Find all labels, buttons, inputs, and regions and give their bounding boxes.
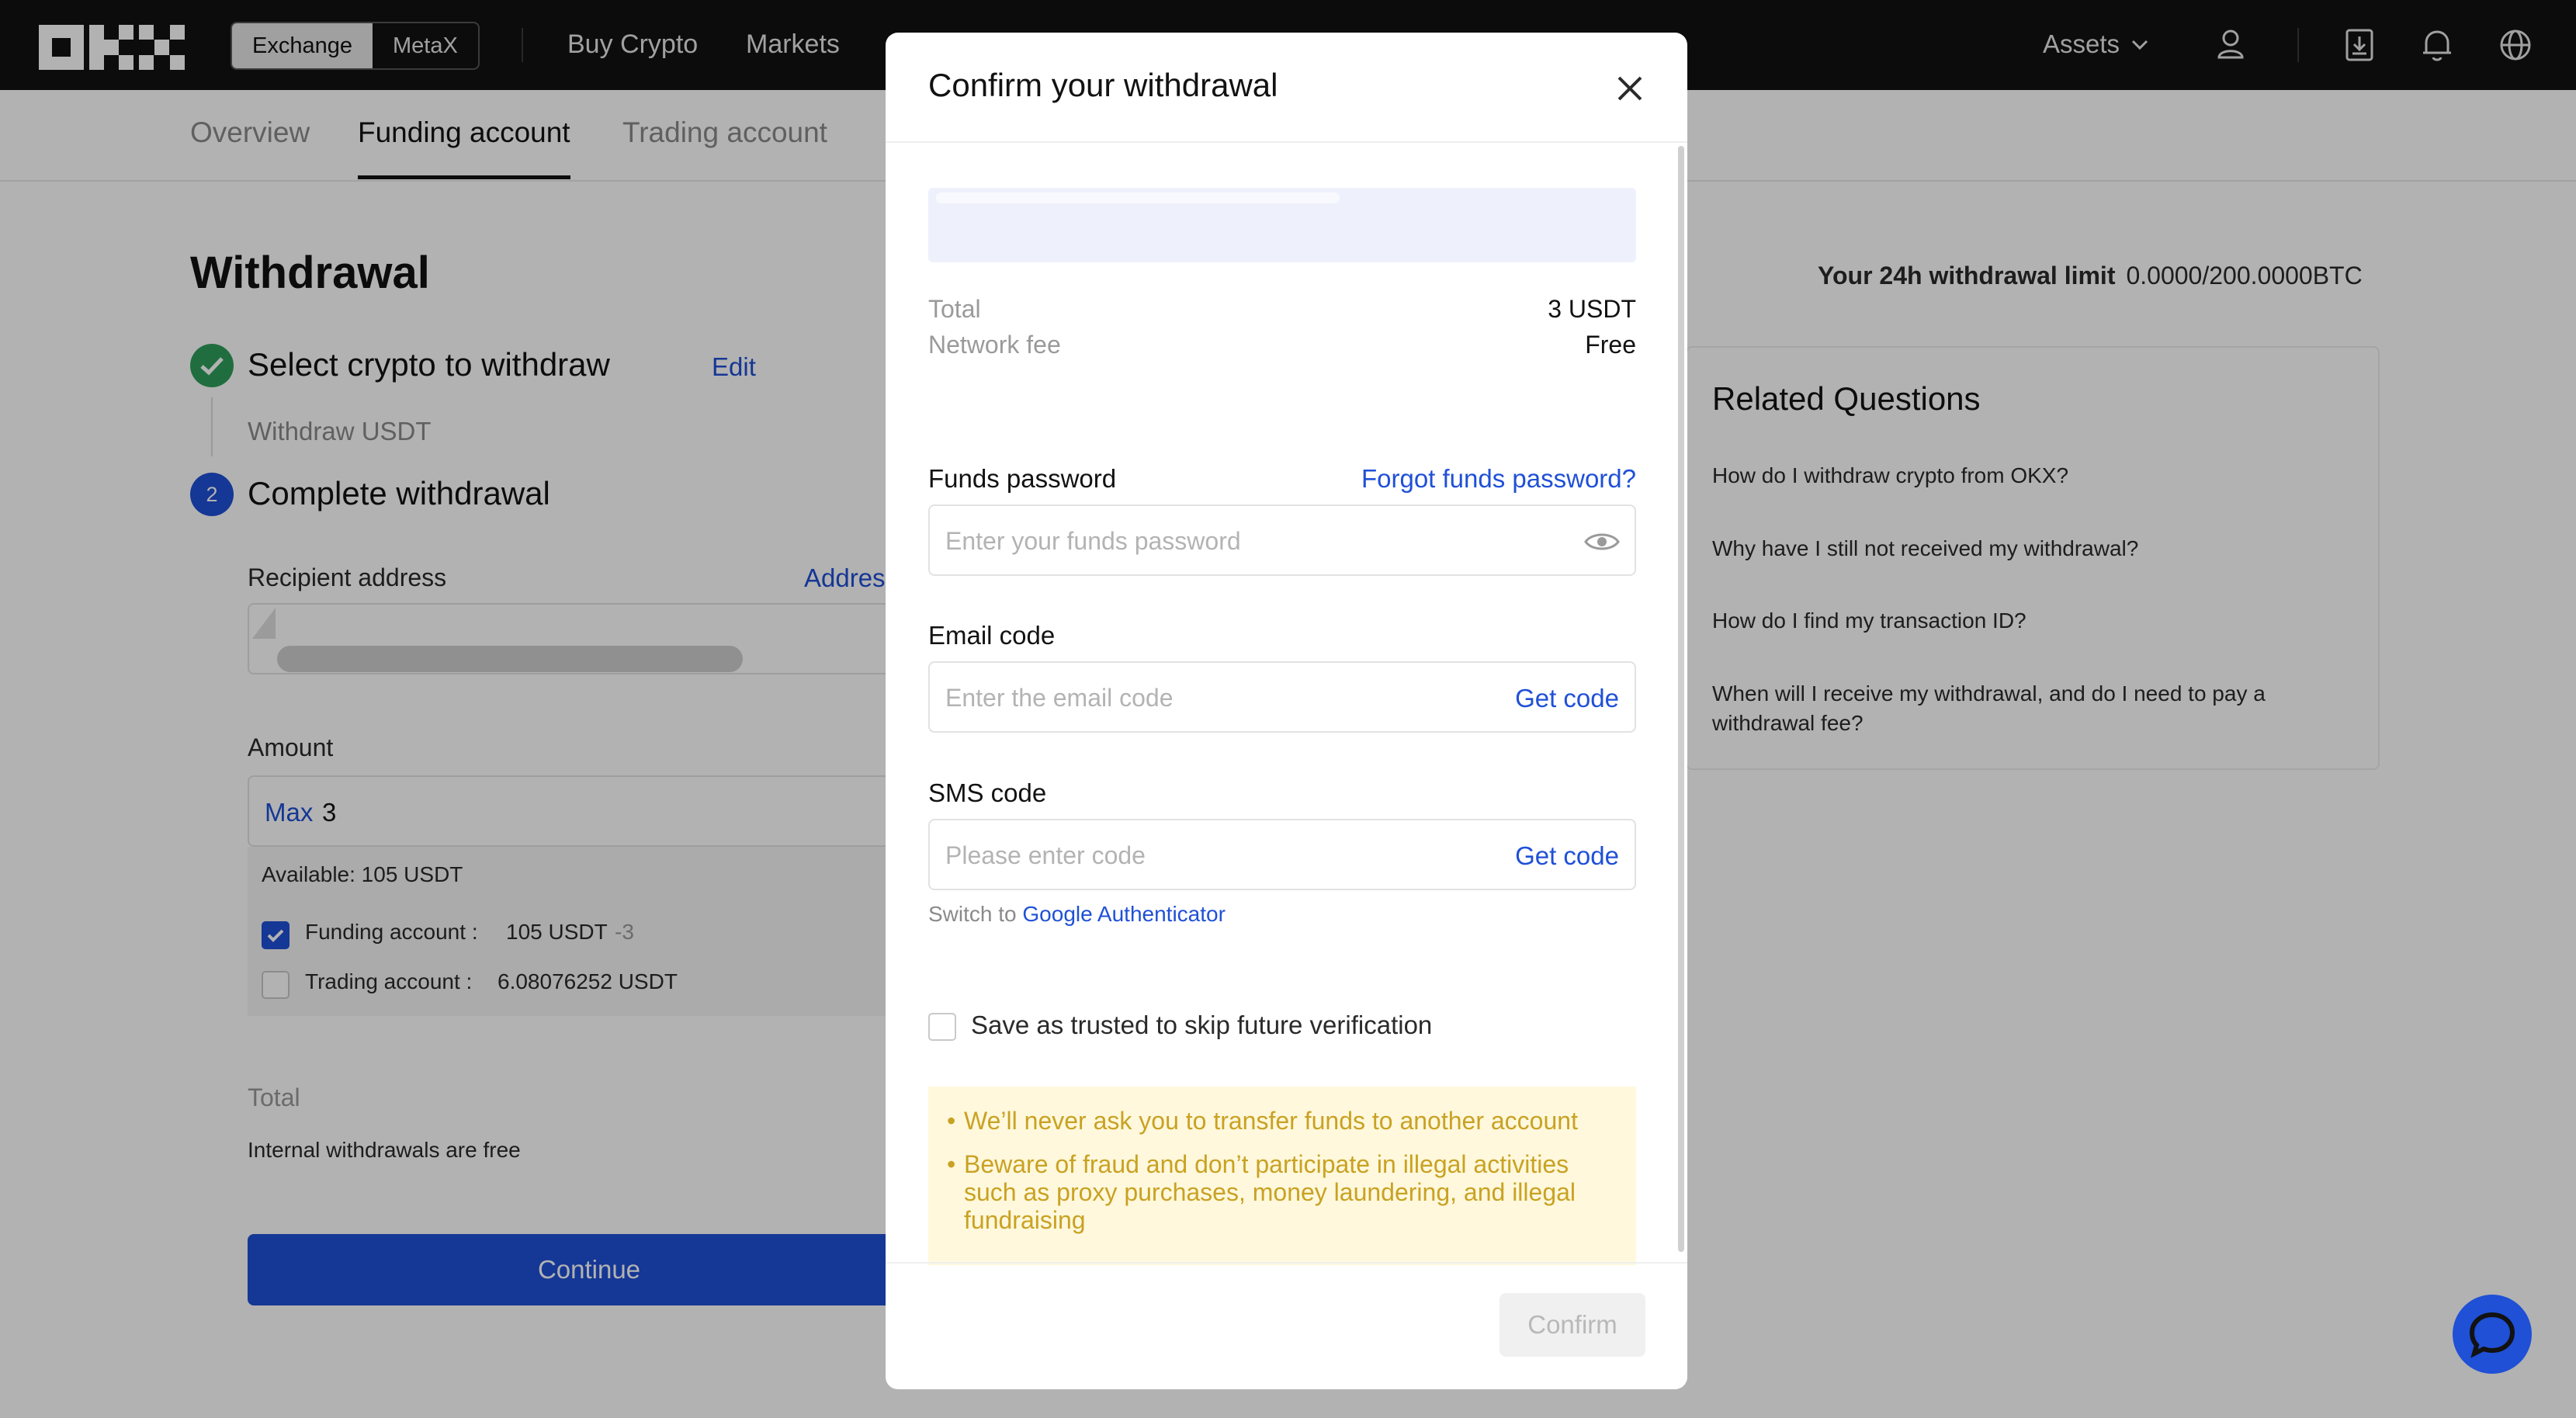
google-authenticator-link[interactable]: Google Authenticator [1022, 902, 1226, 926]
switch-verification: Switch to Google Authenticator [928, 902, 1226, 927]
network-fee-label: Network fee [928, 331, 1061, 359]
confirm-withdrawal-modal: Confirm your withdrawal Total 3 USDT Net… [886, 33, 1687, 1389]
close-icon[interactable] [1610, 68, 1650, 109]
funds-password-label: Funds password [928, 464, 1117, 493]
trusted-device-checkbox[interactable] [928, 1013, 956, 1041]
forgot-password-link[interactable]: Forgot funds password? [1361, 464, 1636, 494]
sms-code-placeholder: Please enter code [945, 841, 1146, 869]
sms-code-input[interactable]: Please enter code Get code [928, 819, 1636, 890]
eye-icon[interactable] [1583, 525, 1621, 559]
sms-code-label: SMS code [928, 778, 1047, 807]
email-code-input[interactable]: Enter the email code Get code [928, 661, 1636, 733]
redacted-address-preview [928, 188, 1636, 262]
modal-title: Confirm your withdrawal [928, 67, 1278, 103]
sms-get-code-button[interactable]: Get code [1515, 841, 1619, 871]
funds-password-input[interactable]: Enter your funds password [928, 504, 1636, 576]
network-fee-value: Free [1585, 331, 1636, 359]
switch-prefix: Switch to [928, 902, 1017, 926]
email-code-placeholder: Enter the email code [945, 684, 1174, 712]
warning-item: Beware of fraud and don’t participate in… [947, 1150, 1614, 1234]
modal-scrollbar[interactable] [1678, 146, 1684, 1252]
email-code-label: Email code [928, 621, 1056, 650]
warning-item: We’ll never ask you to transfer funds to… [947, 1107, 1614, 1135]
modal-header: Confirm your withdrawal [886, 33, 1687, 143]
funds-password-placeholder: Enter your funds password [945, 527, 1241, 555]
trusted-device-label[interactable]: Save as trusted to skip future verificat… [971, 1011, 1432, 1040]
email-get-code-button[interactable]: Get code [1515, 684, 1619, 713]
modal-footer-divider [886, 1262, 1687, 1264]
security-warning: We’ll never ask you to transfer funds to… [928, 1087, 1636, 1265]
total-label: Total [928, 295, 981, 323]
chat-icon[interactable] [2453, 1295, 2532, 1374]
total-value: 3 USDT [1548, 295, 1636, 323]
confirm-button[interactable]: Confirm [1499, 1293, 1645, 1357]
